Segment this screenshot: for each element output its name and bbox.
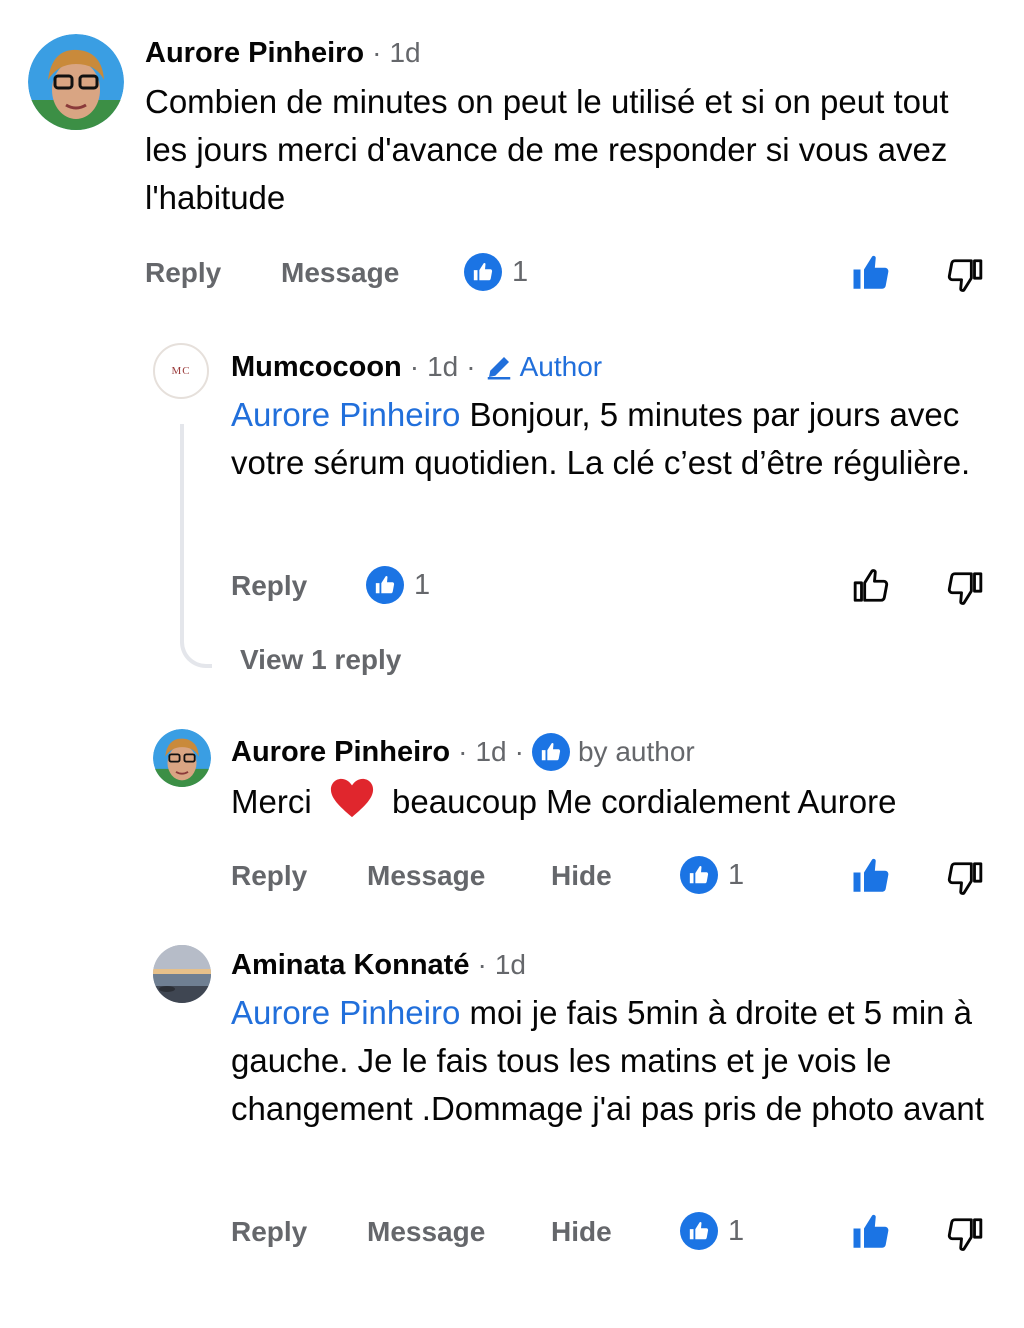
dislike-button[interactable] [942, 252, 988, 298]
pencil-icon [487, 357, 510, 380]
like-badge-icon [531, 733, 570, 771]
separator: · [466, 351, 476, 382]
separator: · [458, 736, 468, 767]
comment-text: Aurore Pinheiro moi je fais 5min à droit… [231, 989, 1006, 1133]
thumbs-up-icon [850, 855, 892, 897]
reaction-summary[interactable]: 1 [464, 253, 528, 291]
thumbs-down-icon [946, 256, 984, 294]
avatar[interactable] [28, 34, 124, 130]
thumbs-down-icon [946, 569, 984, 607]
thumbs-up-icon [852, 567, 890, 605]
message-button[interactable]: Message [281, 253, 399, 293]
comment-text: Merci beaucoup Me cordialement Aurore [231, 776, 1006, 833]
message-button[interactable]: Message [367, 856, 485, 896]
hide-button[interactable]: Hide [551, 1212, 612, 1252]
comment-header: Aurore Pinheiro · 1d [145, 32, 421, 74]
heart-emoji [329, 776, 375, 833]
by-author-label: by author [577, 736, 695, 767]
reaction-count: 1 [728, 1214, 745, 1247]
comment-text: Aurore Pinheiro Bonjour, 5 minutes par j… [231, 391, 1006, 487]
reaction-summary[interactable]: 1 [680, 1212, 744, 1250]
reply-button[interactable]: Reply [231, 856, 307, 896]
dislike-button[interactable] [942, 855, 988, 901]
thread-line [180, 424, 212, 668]
like-badge-icon [680, 856, 718, 894]
like-badge-icon [366, 566, 404, 604]
liked-by-author-badge: by author [531, 733, 695, 771]
separator: · [372, 37, 382, 68]
reaction-summary[interactable]: 1 [680, 856, 744, 894]
avatar[interactable] [153, 729, 211, 787]
reaction-count: 1 [414, 568, 431, 601]
hide-button[interactable]: Hide [551, 856, 612, 896]
like-button[interactable] [848, 1209, 894, 1255]
avatar[interactable] [153, 945, 211, 1003]
dislike-button[interactable] [942, 565, 988, 611]
thumbs-down-icon [946, 1215, 984, 1253]
mention-link[interactable]: Aurore Pinheiro [231, 994, 460, 1031]
reaction-summary[interactable]: 1 [366, 566, 430, 604]
reply-button[interactable]: Reply [145, 253, 221, 293]
like-button[interactable] [848, 563, 894, 609]
comment-header: Aminata Konnaté · 1d [231, 944, 526, 986]
like-button[interactable] [848, 250, 894, 296]
comment-body: Combien de minutes on peut le utilisé et… [145, 83, 949, 216]
reaction-count: 1 [728, 858, 745, 891]
thumbs-down-icon [946, 859, 984, 897]
comment-body-start: Merci [231, 783, 312, 821]
like-badge-icon [464, 253, 502, 291]
avatar-initials: MC [171, 365, 191, 377]
comment-time[interactable]: 1d [475, 736, 506, 768]
thumbs-up-icon [850, 1211, 892, 1253]
separator: · [477, 949, 487, 980]
thumbs-up-icon [850, 252, 892, 294]
author-badge: Author [484, 351, 603, 383]
separator: · [514, 736, 524, 767]
mention-link[interactable]: Aurore Pinheiro [231, 396, 460, 433]
comment-header: Aurore Pinheiro · 1d · by author [231, 731, 695, 773]
like-badge-icon [680, 1212, 718, 1250]
comment-author[interactable]: Aurore Pinheiro [231, 736, 450, 769]
reply-button[interactable]: Reply [231, 566, 307, 606]
comment-text: Combien de minutes on peut le utilisé et… [145, 78, 995, 222]
reply-button[interactable]: Reply [231, 1212, 307, 1252]
comment-author[interactable]: Mumcocoon [231, 351, 402, 384]
reaction-count: 1 [512, 255, 529, 288]
comment-header: Mumcocoon · 1d · Author [231, 346, 602, 388]
dislike-button[interactable] [942, 1211, 988, 1257]
comment-time[interactable]: 1d [495, 949, 526, 981]
comment-body-end: beaucoup Me cordialement Aurore [392, 783, 897, 821]
message-button[interactable]: Message [367, 1212, 485, 1252]
view-replies-link[interactable]: View 1 reply [240, 640, 401, 680]
comment-time[interactable]: 1d [427, 351, 458, 383]
comment-author[interactable]: Aminata Konnaté [231, 949, 469, 982]
author-badge-label: Author [519, 351, 603, 382]
separator: · [409, 351, 420, 382]
avatar[interactable]: MC [153, 343, 209, 399]
comment-author[interactable]: Aurore Pinheiro [145, 37, 364, 70]
like-button[interactable] [848, 853, 894, 899]
comment-time[interactable]: 1d [389, 37, 420, 69]
